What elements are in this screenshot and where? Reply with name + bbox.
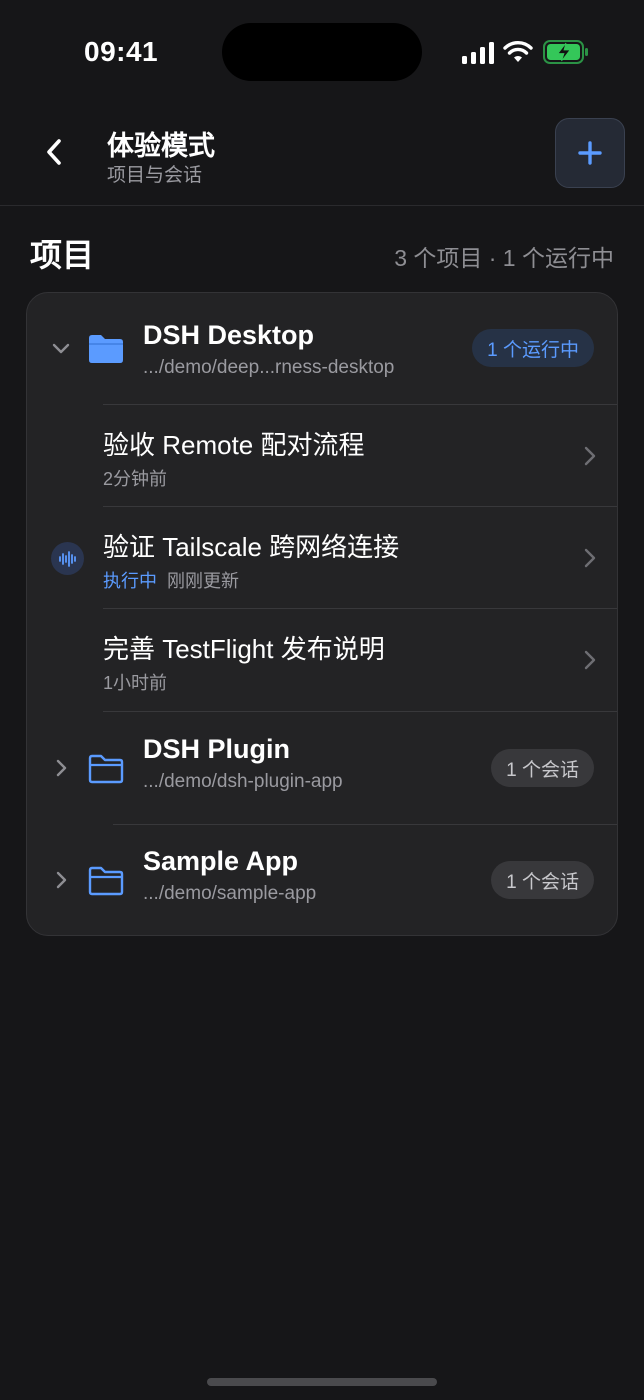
session-meta: 1小时前 (103, 669, 167, 695)
session-row[interactable]: 完善 TestFlight 发布说明 1小时前 (103, 608, 617, 710)
home-indicator (207, 1378, 437, 1386)
project-path: .../demo/sample-app (143, 883, 317, 904)
project-path: .../demo/dsh-plugin-app (143, 771, 343, 792)
session-meta: 2分钟前 (103, 465, 167, 491)
project-row-dsh-desktop[interactable]: DSH Desktop .../demo/deep...rness-deskto… (27, 293, 617, 405)
folder-filled-icon (89, 335, 123, 363)
session-title: 验收 Remote 配对流程 (103, 430, 365, 460)
project-row-dsh-plugin[interactable]: DSH Plugin .../demo/dsh-plugin-app 1 个会话 (27, 712, 617, 824)
chevron-left-icon (47, 139, 61, 165)
plus-icon (578, 141, 602, 165)
status-bar: 09:41 (0, 0, 644, 100)
folder-icon (88, 866, 124, 896)
chevron-right-icon (56, 759, 67, 777)
page-subtitle: 项目与会话 (107, 165, 203, 186)
session-meta: 执行中 刚刚更新 (103, 567, 239, 593)
running-badge: 1 个运行中 (472, 329, 594, 367)
back-button[interactable] (36, 132, 72, 172)
session-row[interactable]: 验收 Remote 配对流程 2分钟前 (103, 404, 617, 506)
project-name: DSH Plugin (143, 734, 290, 764)
waveform-icon (58, 550, 76, 567)
chevron-right-icon (584, 650, 596, 670)
chevron-right-icon (584, 548, 596, 568)
cellular-signal-icon (462, 42, 494, 64)
chevron-right-icon (584, 446, 596, 466)
session-status: 执行中 (103, 571, 157, 591)
running-indicator (51, 542, 84, 575)
section-title: 项目 (30, 237, 95, 273)
chevron-down-icon (52, 343, 70, 354)
status-time: 09:41 (84, 36, 159, 67)
session-updated: 1小时前 (103, 673, 168, 693)
add-button[interactable] (555, 118, 625, 188)
project-path: .../demo/deep...rness-desktop (143, 357, 395, 378)
session-count-badge: 1 个会话 (491, 749, 594, 787)
session-count-badge: 1 个会话 (491, 861, 594, 899)
session-updated: 2分钟前 (103, 469, 168, 489)
session-title: 完善 TestFlight 发布说明 (103, 634, 385, 664)
navigation-header: 体验模式 项目与会话 (0, 100, 644, 206)
battery-charging-icon (543, 40, 588, 64)
folder-icon (88, 754, 124, 784)
dynamic-island (222, 23, 422, 81)
project-name: DSH Desktop (143, 320, 315, 350)
section-summary: 3 个项目 · 1 个运行中 (394, 245, 614, 271)
session-row-running[interactable]: 验证 Tailscale 跨网络连接 执行中 刚刚更新 (103, 506, 617, 608)
chevron-right-icon (56, 871, 67, 889)
projects-card: DSH Desktop .../demo/deep...rness-deskto… (26, 292, 618, 936)
session-updated: 刚刚更新 (167, 571, 239, 591)
page-title: 体验模式 (107, 131, 215, 161)
session-title: 验证 Tailscale 跨网络连接 (103, 532, 400, 562)
project-row-sample-app[interactable]: Sample App .../demo/sample-app 1 个会话 (27, 824, 617, 935)
wifi-icon (503, 41, 533, 62)
project-name: Sample App (143, 846, 299, 876)
